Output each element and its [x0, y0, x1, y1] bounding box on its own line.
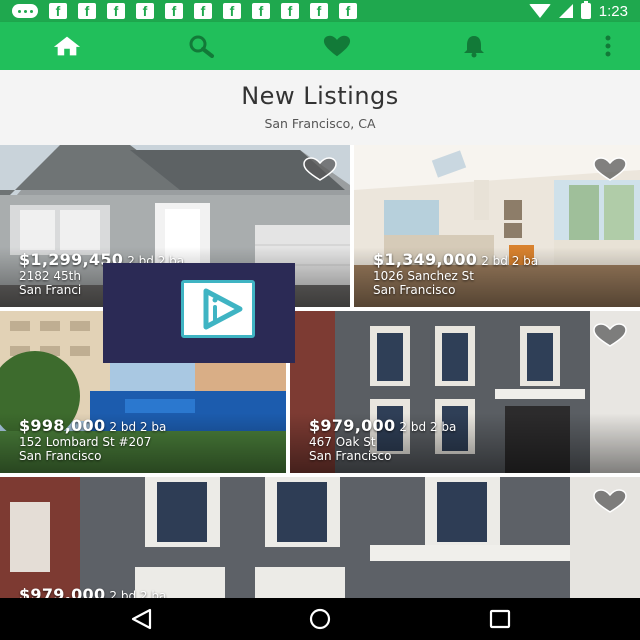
favorite-heart-icon[interactable]: [592, 323, 628, 347]
listings-header: New Listings San Francisco, CA: [0, 70, 640, 145]
facebook-icon: f: [107, 3, 125, 19]
signal-icon: [558, 4, 573, 18]
facebook-icon: f: [252, 3, 270, 19]
favorite-heart-icon[interactable]: [592, 157, 628, 181]
wifi-icon: [528, 4, 551, 18]
listing-price: $998,000: [19, 416, 106, 435]
facebook-icon: f: [165, 3, 183, 19]
price-line: $998,000 2 bd 2 ba: [19, 416, 166, 435]
listing-price: $979,000: [309, 416, 396, 435]
listing-card[interactable]: $1,349,000 2 bd 2 ba 1026 Sanchez St San …: [354, 145, 640, 307]
battery-icon: [580, 1, 591, 19]
system-nav-bar: [0, 598, 640, 640]
status-bar: f f f f f f f f f f f 1:23: [0, 0, 640, 22]
listing-info: $998,000 2 bd 2 ba 152 Lombard St #207 Sa…: [19, 416, 166, 463]
home-icon[interactable]: [53, 34, 81, 58]
facebook-icon: f: [310, 3, 328, 19]
listing-address: 467 Oak St: [309, 435, 376, 449]
listing-specs: 2 bd 2 ba: [109, 589, 167, 598]
favorite-heart-icon[interactable]: [302, 157, 338, 181]
listing-price: $1,349,000: [373, 250, 478, 269]
listing-specs: 2 bd 2 ba: [399, 420, 457, 434]
listing-card[interactable]: $979,000 2 bd 2 ba 467 Oak St San Francis…: [290, 311, 640, 473]
price-line: $979,000 2 bd 2 ba: [19, 585, 166, 598]
listing-card[interactable]: $979,000 2 bd 2 ba: [0, 477, 640, 598]
price-line: $1,349,000 2 bd 2 ba: [373, 250, 538, 269]
listing-address: 152 Lombard St #207: [19, 435, 152, 449]
listing-city: San Francisco: [19, 449, 102, 463]
listing-city: San Francisco: [309, 449, 392, 463]
home-circle-icon[interactable]: [307, 607, 333, 631]
status-time: 1:23: [598, 2, 628, 20]
bell-icon[interactable]: [460, 34, 488, 58]
favorite-heart-icon[interactable]: [592, 489, 628, 513]
listing-city: San Francisco: [373, 283, 456, 297]
location-subtitle: San Francisco, CA: [264, 116, 376, 131]
back-icon[interactable]: [128, 607, 154, 631]
heart-icon[interactable]: [323, 34, 351, 58]
app-nav-bar: [0, 22, 640, 70]
facebook-icon: f: [136, 3, 154, 19]
facebook-icon: f: [339, 3, 357, 19]
listing-specs: 2 bd 2 ba: [481, 254, 539, 268]
listing-address: 1026 Sanchez St: [373, 269, 474, 283]
listing-info: $979,000 2 bd 2 ba 467 Oak St San Francis…: [309, 416, 456, 463]
listing-specs: 2 bd 2 ba: [109, 420, 167, 434]
notification-icons: f f f f f f f f f f f: [0, 3, 357, 19]
recents-icon[interactable]: [487, 607, 513, 631]
more-icon[interactable]: [594, 34, 622, 58]
page-title: New Listings: [241, 82, 399, 110]
app-logo-icon: [181, 280, 255, 338]
facebook-icon: f: [49, 3, 67, 19]
facebook-icon: f: [281, 3, 299, 19]
search-icon[interactable]: [187, 34, 215, 58]
facebook-icon: f: [194, 3, 212, 19]
price-line: $979,000 2 bd 2 ba: [309, 416, 456, 435]
facebook-icon: f: [78, 3, 96, 19]
listing-info: $1,349,000 2 bd 2 ba 1026 Sanchez St San …: [373, 250, 538, 297]
chat-icon: [12, 4, 38, 18]
system-status: 1:23: [528, 0, 628, 22]
listing-info: $979,000 2 bd 2 ba: [19, 585, 166, 598]
promo-overlay[interactable]: [103, 263, 295, 363]
house-photo: [0, 477, 640, 598]
facebook-icon: f: [223, 3, 241, 19]
listing-price: $979,000: [19, 585, 106, 598]
